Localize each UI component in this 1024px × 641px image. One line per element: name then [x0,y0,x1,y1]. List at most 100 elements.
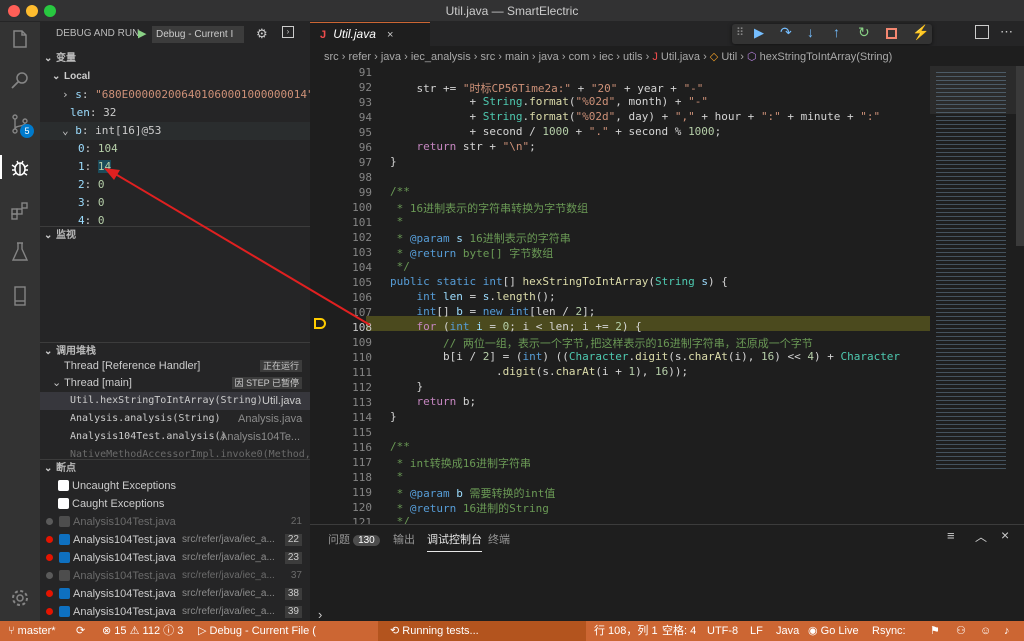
checkbox[interactable] [59,570,70,581]
breakpoint-row[interactable]: Analysis104Test.java src/refer/java/iec_a… [40,549,310,567]
scrollbar[interactable] [1016,66,1024,246]
cursor-position[interactable]: 行 108，列 1 [594,621,658,641]
array-element[interactable]: 3: 0 [40,194,310,212]
stack-frame[interactable]: Analysis104Test.analysis() Analysis104Te.… [40,428,310,446]
tab-debug-console[interactable]: 调试控制台 [427,531,482,552]
notifications-icon[interactable]: ♪ [1004,621,1010,641]
live-share-icon[interactable]: ⚇ [956,621,966,641]
breadcrumb-item[interactable]: hexStringToIntArray(String) [760,51,893,63]
debug-status[interactable]: ▷ Debug - Current File ( [198,621,316,641]
close-window-button[interactable] [8,5,20,17]
checkbox[interactable] [59,552,70,563]
testing-icon[interactable] [8,240,32,264]
breadcrumb-item[interactable]: java [539,51,559,63]
debug-config-select[interactable]: Debug - Current I [152,26,244,43]
array-element[interactable]: 2: 0 [40,176,310,194]
breadcrumb-item[interactable]: main [505,51,529,63]
console-input[interactable]: › [318,607,322,622]
tab-util-java[interactable]: J Util.java × [310,22,430,46]
stack-frame-active[interactable]: Util.hexStringToIntArray(String) Util.jav… [40,392,310,410]
hot-code-replace-icon[interactable]: ⚡ [912,24,929,41]
thread-row[interactable]: Thread [Reference Handler] 正在运行 [40,357,310,375]
end-of-line[interactable]: LF [750,621,763,641]
tab-terminal[interactable]: 终端 [488,531,510,547]
watch-section-header[interactable]: ⌄ 监视 [40,226,310,244]
array-element[interactable]: 1: 14 [40,158,310,176]
indentation[interactable]: 空格: 4 [662,621,696,641]
step-into-icon[interactable]: ↓ [807,24,814,40]
tab-output[interactable]: 输出 [393,531,415,547]
sync-icon[interactable]: ⟳ [76,621,85,641]
debug-settings-icon[interactable]: ⚙ [256,22,268,46]
breadcrumb-item[interactable]: utils [623,51,643,63]
remote-explorer-icon[interactable] [8,284,32,308]
variables-section-header[interactable]: ⌄ 变量 [40,50,310,68]
settings-gear-icon[interactable] [8,586,32,610]
go-live[interactable]: ◉ Go Live [808,621,859,641]
start-debug-icon[interactable]: ▶ [138,22,146,46]
array-element[interactable]: 0: 104 [40,140,310,158]
local-scope[interactable]: ⌄ Local [40,68,310,86]
explorer-icon[interactable] [8,28,32,52]
problems-indicator[interactable]: ⊗ 15 ⚠ 112 ⓘ 3 [102,621,183,641]
branch-indicator[interactable]: ⑂ master* [8,621,56,641]
exception-breakpoint[interactable]: Uncaught Exceptions [40,477,310,495]
close-panel-icon[interactable]: × [1001,527,1009,543]
continue-icon[interactable]: ▶ [754,25,764,41]
breakpoint-row[interactable]: Analysis104Test.java src/refer/java/iec_a… [40,567,310,585]
stop-icon[interactable] [886,28,897,39]
stack-frame[interactable]: Analysis.analysis(String) Analysis.java [40,410,310,428]
feedback-icon[interactable]: ☺ [980,621,991,641]
breakpoints-section-header[interactable]: ⌄ 断点 [40,459,310,477]
checkbox[interactable] [58,498,69,509]
breakpoint-row[interactable]: Analysis104Test.java src/refer/java/iec_a… [40,585,310,603]
breakpoint-row[interactable]: Analysis104Test.java 21 [40,513,310,531]
breadcrumb-item[interactable]: com [569,51,590,63]
breadcrumb-item[interactable]: Util [721,51,737,63]
panel-menu-icon[interactable]: ≡ [947,528,955,543]
drag-handle-icon[interactable]: ⠿ [736,26,744,39]
step-over-icon[interactable]: ↷ [780,24,792,41]
breadcrumb-item[interactable]: refer [348,51,371,63]
checkbox[interactable] [58,480,69,491]
step-out-icon[interactable]: ↑ [833,24,840,40]
minimap[interactable] [930,66,1024,524]
maximize-panel-icon[interactable]: ︿ [975,528,987,545]
breadcrumb-item[interactable]: iec_analysis [411,51,471,63]
checkbox[interactable] [59,534,70,545]
rsync-icon[interactable]: ⚑ [930,621,940,641]
breadcrumb-item[interactable]: src [481,51,496,63]
debug-icon[interactable] [0,155,40,179]
encoding[interactable]: UTF-8 [707,621,738,641]
extensions-icon[interactable] [8,199,32,223]
breadcrumb-item[interactable]: Util.java [661,51,700,63]
exception-breakpoint[interactable]: Caught Exceptions [40,495,310,513]
close-tab-icon[interactable]: × [387,29,393,41]
code-editor[interactable]: 91 92 93 94 95 96 97 98 99 100 101 102 1… [310,66,1024,524]
rsync-status[interactable]: Rsync: [872,621,906,641]
thread-row[interactable]: ⌄ Thread [main] 因 STEP 已暂停 [40,374,310,392]
variable-s[interactable]: › s: "680E000002006401060001000000014" [40,86,310,104]
search-icon[interactable] [8,68,32,92]
maximize-window-button[interactable] [44,5,56,17]
breadcrumb-item[interactable]: iec [599,51,613,63]
breadcrumb-item[interactable]: src [324,51,339,63]
checkbox[interactable] [59,516,70,527]
breakpoint-row[interactable]: Analysis104Test.java src/refer/java/iec_a… [40,603,310,621]
language-mode[interactable]: Java [776,621,799,641]
variable-len[interactable]: len: 32 [40,104,310,122]
checkbox[interactable] [59,588,70,599]
restart-icon[interactable]: ↻ [858,24,870,41]
minimize-window-button[interactable] [26,5,38,17]
breadcrumb-item[interactable]: java [381,51,401,63]
breakpoint-row[interactable]: Analysis104Test.java src/refer/java/iec_a… [40,531,310,549]
running-tests[interactable]: ⟲ Running tests... [378,621,586,641]
source-control-icon[interactable]: 5 [8,112,34,138]
checkbox[interactable] [59,606,70,617]
split-editor-icon[interactable] [975,25,989,39]
debug-console-icon[interactable]: › [282,26,294,38]
variable-b[interactable]: ⌄ b: int[16]@53 [40,122,310,140]
tab-problems[interactable]: 问题 130 [328,531,380,547]
thread-status: 因 STEP 已暂停 [231,377,302,389]
more-actions-icon[interactable]: ⋯ [1000,24,1013,40]
